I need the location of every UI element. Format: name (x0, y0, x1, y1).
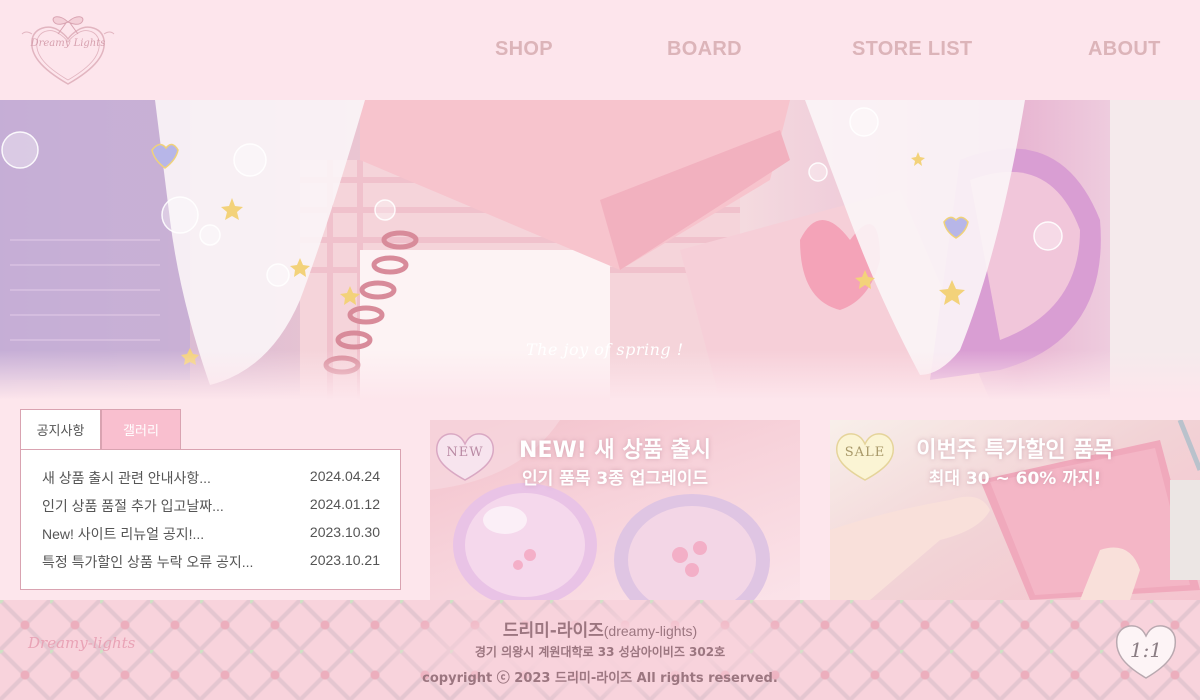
hero-caption: The joy of spring ! (526, 340, 684, 359)
notice-title: 인기 상품 품절 추가 입고날짜... (42, 498, 224, 514)
notice-date: 2024.01.12 (309, 496, 380, 512)
company-name-en: (dreamy-lights) (603, 623, 698, 639)
nav-about[interactable]: ABOUT (1088, 38, 1161, 61)
chat-label: 1:1 (1129, 638, 1163, 662)
tab-notice[interactable]: 공지사항 (20, 409, 101, 450)
footer-company: 드리미-라이즈(dreamy-lights) (0, 616, 1200, 641)
new-banner-subtitle: 인기 품목 3종 업그레이드 (522, 469, 708, 489)
notice-date: 2023.10.21 (309, 552, 380, 568)
new-products-banner[interactable]: NEW NEW! 새 상품 출시 인기 품목 3종 업그레이드 (430, 420, 800, 600)
hero-banner: The joy of spring ! (0, 100, 1200, 400)
list-item[interactable]: 새 상품 출시 관련 안내사항... 2024.04.24 (21, 462, 400, 490)
sale-banner-subtitle: 최대 30 ~ 60% 까지! (928, 469, 1102, 489)
nav-shop[interactable]: SHOP (495, 38, 553, 61)
one-on-one-chat-button[interactable]: 1:1 (1112, 618, 1180, 682)
site-header: Dreamy Lights SHOP BOARD STORE LIST ABOU… (0, 0, 1200, 100)
notice-title: 새 상품 출시 관련 안내사항... (42, 470, 211, 486)
logo-text: Dreamy Lights (30, 38, 106, 49)
list-item[interactable]: New! 사이트 리뉴얼 공지!... 2023.10.30 (21, 518, 400, 546)
new-banner-heading: NEW! 새 상품 출시 (519, 438, 711, 463)
tab-gallery[interactable]: 갤러리 (101, 409, 181, 450)
logo[interactable]: Dreamy Lights (20, 12, 116, 88)
notice-title: New! 사이트 리뉴얼 공지!... (42, 526, 205, 542)
notice-title: 특정 특가할인 상품 누락 오류 공지... (42, 554, 254, 570)
site-footer: Dreamy-lights 드리미-라이즈(dreamy-lights) 경기 … (0, 600, 1200, 700)
sale-banner[interactable]: SALE 이번주 특가할인 품목 최대 30 ~ 60% 까지! (830, 420, 1200, 600)
notice-date: 2024.04.24 (309, 468, 380, 484)
footer-address: 경기 의왕시 계원대학로 33 성삼아이비즈 302호 (474, 645, 726, 659)
heart-logo-icon (21, 16, 115, 85)
footer-copyright: copyright ⓒ 2023 드리미-라이즈 All rights rese… (422, 671, 778, 686)
list-item[interactable]: 특정 특가할인 상품 누락 오류 공지... 2023.10.21 (21, 546, 400, 574)
notice-date: 2023.10.30 (309, 524, 380, 540)
company-name: 드리미-라이즈 (502, 621, 604, 641)
sale-banner-heading: 이번주 특가할인 품목 (916, 438, 1114, 463)
nav-board[interactable]: BOARD (667, 38, 742, 61)
notice-list: 새 상품 출시 관련 안내사항... 2024.04.24 인기 상품 품절 추… (20, 449, 401, 590)
notice-board: 공지사항 갤러리 새 상품 출시 관련 안내사항... 2024.04.24 인… (20, 409, 401, 591)
nav-store-list[interactable]: STORE LIST (852, 38, 972, 61)
list-item[interactable]: 인기 상품 품절 추가 입고날짜... 2024.01.12 (21, 490, 400, 518)
